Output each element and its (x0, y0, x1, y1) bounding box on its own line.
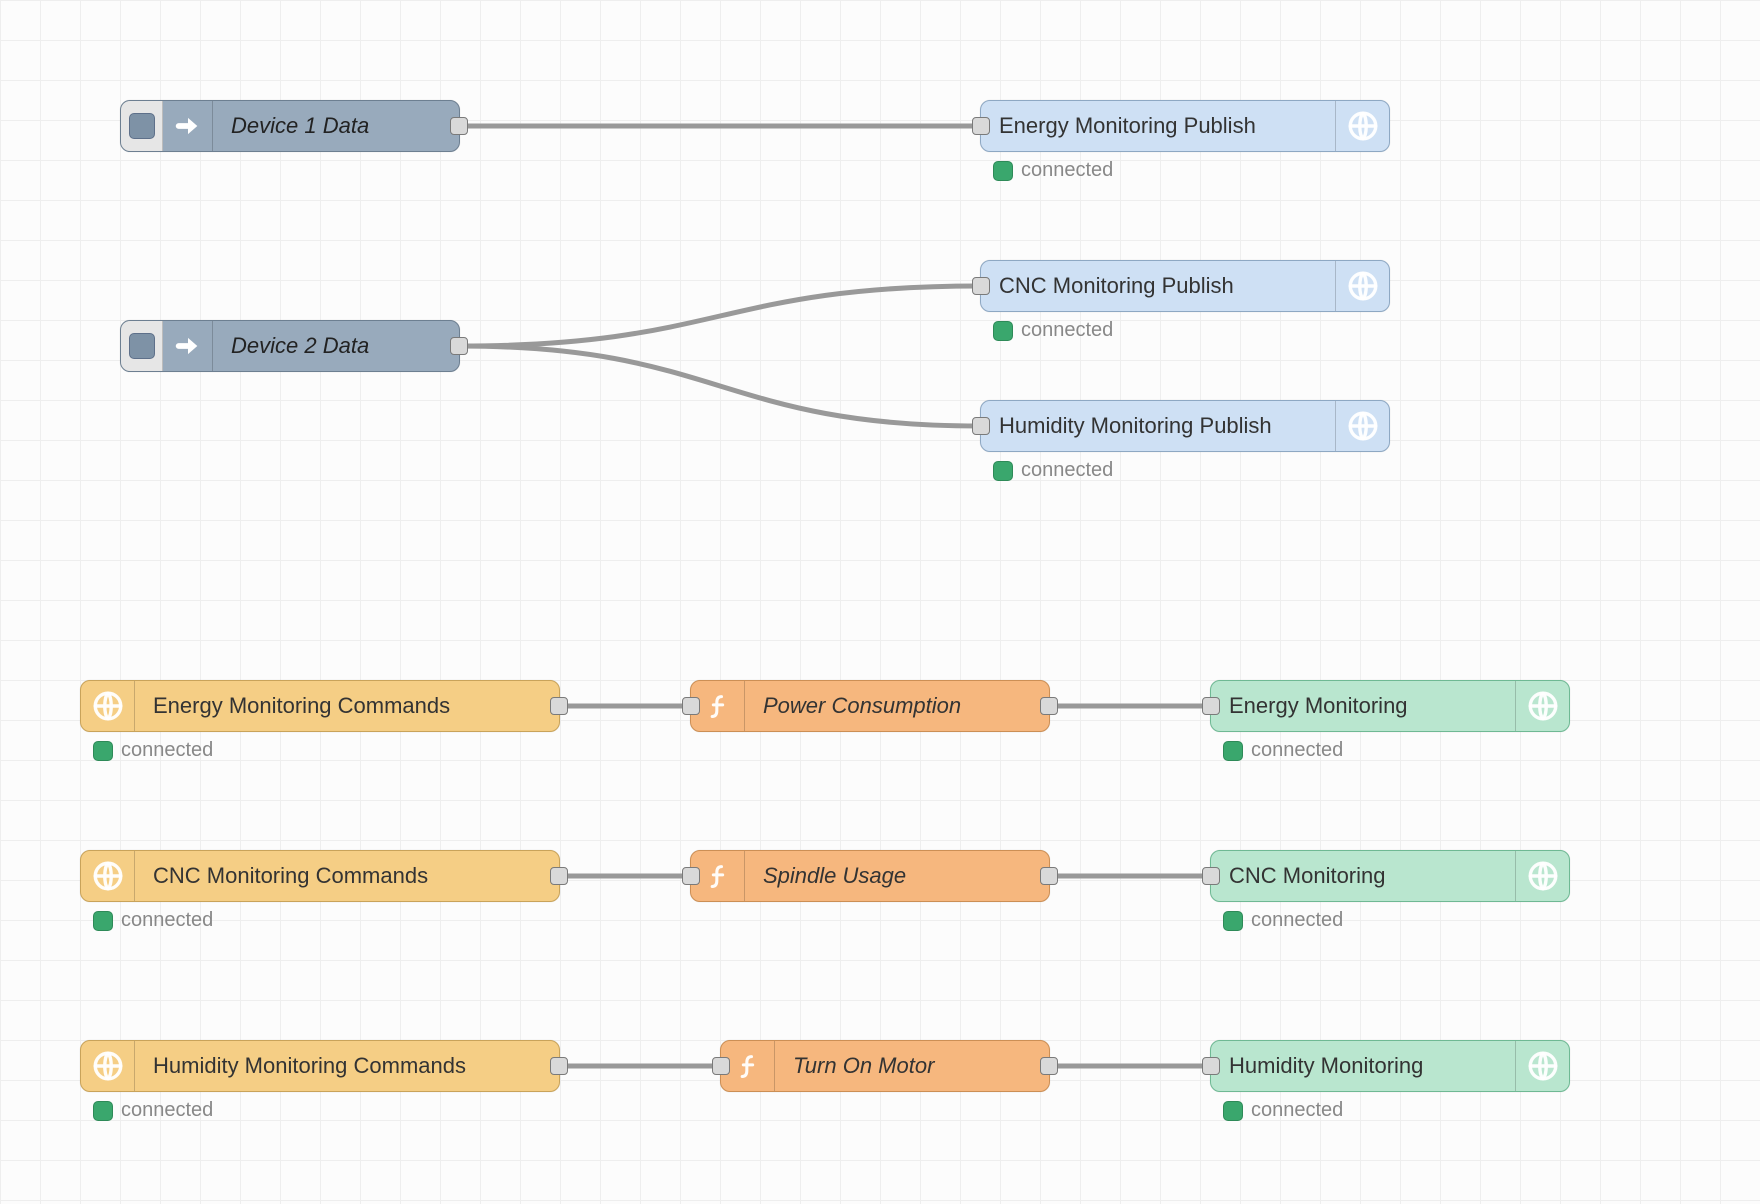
output-port[interactable] (450, 337, 468, 355)
node-label: Energy Monitoring Commands (135, 681, 559, 731)
node-label: Spindle Usage (745, 851, 1049, 901)
node-label: Turn On Motor (775, 1041, 1049, 1091)
wire[interactable] (460, 346, 980, 426)
node-function-power[interactable]: Power Consumption (690, 680, 1050, 732)
network-icon (1515, 1041, 1569, 1091)
output-port[interactable] (1040, 697, 1058, 715)
output-port[interactable] (550, 867, 568, 885)
node-status: connected (1223, 909, 1343, 932)
input-port[interactable] (682, 697, 700, 715)
network-icon (1515, 851, 1569, 901)
network-icon (1515, 681, 1569, 731)
status-dot-icon (993, 461, 1013, 481)
output-port[interactable] (550, 1057, 568, 1075)
input-port[interactable] (1202, 867, 1220, 885)
node-label: Energy Monitoring (1211, 681, 1515, 731)
status-text: connected (1251, 1099, 1343, 1122)
output-port[interactable] (550, 697, 568, 715)
node-function-motor[interactable]: Turn On Motor (720, 1040, 1050, 1092)
output-port[interactable] (1040, 867, 1058, 885)
node-status: connected (993, 319, 1113, 342)
node-link-out-cnc[interactable]: CNC Monitoring connected (1210, 850, 1570, 902)
node-label: CNC Monitoring Commands (135, 851, 559, 901)
input-port[interactable] (972, 277, 990, 295)
status-dot-icon (93, 1101, 113, 1121)
network-icon (81, 851, 135, 901)
status-dot-icon (993, 161, 1013, 181)
input-port[interactable] (972, 117, 990, 135)
network-icon (1335, 101, 1389, 151)
input-port[interactable] (1202, 1057, 1220, 1075)
node-label: CNC Monitoring (1211, 851, 1515, 901)
status-text: connected (1251, 739, 1343, 762)
node-mqtt-out-cnc[interactable]: CNC Monitoring Publish connected (980, 260, 1390, 312)
wire-layer (0, 0, 1760, 1204)
node-label: Device 2 Data (213, 321, 459, 371)
arrow-right-icon (163, 101, 213, 151)
input-port[interactable] (682, 867, 700, 885)
node-label: Humidity Monitoring Commands (135, 1041, 559, 1091)
network-icon (81, 681, 135, 731)
status-dot-icon (993, 321, 1013, 341)
status-dot-icon (93, 741, 113, 761)
node-label: Humidity Monitoring Publish (981, 401, 1335, 451)
node-status: connected (993, 459, 1113, 482)
node-link-out-energy[interactable]: Energy Monitoring connected (1210, 680, 1570, 732)
node-inject-device2[interactable]: Device 2 Data (120, 320, 460, 372)
input-port[interactable] (712, 1057, 730, 1075)
output-port[interactable] (450, 117, 468, 135)
status-text: connected (1021, 459, 1113, 482)
node-label: Device 1 Data (213, 101, 459, 151)
node-mqtt-out-energy[interactable]: Energy Monitoring Publish connected (980, 100, 1390, 152)
status-text: connected (1021, 159, 1113, 182)
wire[interactable] (460, 286, 980, 346)
node-mqtt-in-humidity[interactable]: Humidity Monitoring Commands connected (80, 1040, 560, 1092)
network-icon (81, 1041, 135, 1091)
status-text: connected (121, 1099, 213, 1122)
node-function-spindle[interactable]: Spindle Usage (690, 850, 1050, 902)
status-text: connected (121, 739, 213, 762)
node-status: connected (93, 1099, 213, 1122)
node-status: connected (1223, 1099, 1343, 1122)
status-text: connected (121, 909, 213, 932)
node-label: Power Consumption (745, 681, 1049, 731)
status-dot-icon (1223, 1101, 1243, 1121)
network-icon (1335, 401, 1389, 451)
network-icon (1335, 261, 1389, 311)
node-label: Humidity Monitoring (1211, 1041, 1515, 1091)
node-mqtt-in-energy[interactable]: Energy Monitoring Commands connected (80, 680, 560, 732)
node-label: CNC Monitoring Publish (981, 261, 1335, 311)
status-dot-icon (1223, 741, 1243, 761)
node-status: connected (1223, 739, 1343, 762)
status-dot-icon (1223, 911, 1243, 931)
node-inject-device1[interactable]: Device 1 Data (120, 100, 460, 152)
status-dot-icon (93, 911, 113, 931)
node-status: connected (993, 159, 1113, 182)
output-port[interactable] (1040, 1057, 1058, 1075)
inject-button[interactable] (121, 321, 163, 371)
node-mqtt-in-cnc[interactable]: CNC Monitoring Commands connected (80, 850, 560, 902)
node-status: connected (93, 739, 213, 762)
node-label: Energy Monitoring Publish (981, 101, 1335, 151)
inject-button[interactable] (121, 101, 163, 151)
arrow-right-icon (163, 321, 213, 371)
node-link-out-humidity[interactable]: Humidity Monitoring connected (1210, 1040, 1570, 1092)
node-status: connected (93, 909, 213, 932)
input-port[interactable] (1202, 697, 1220, 715)
status-text: connected (1251, 909, 1343, 932)
inject-button-square (129, 113, 155, 139)
node-mqtt-out-humidity[interactable]: Humidity Monitoring Publish connected (980, 400, 1390, 452)
status-text: connected (1021, 319, 1113, 342)
inject-button-square (129, 333, 155, 359)
input-port[interactable] (972, 417, 990, 435)
